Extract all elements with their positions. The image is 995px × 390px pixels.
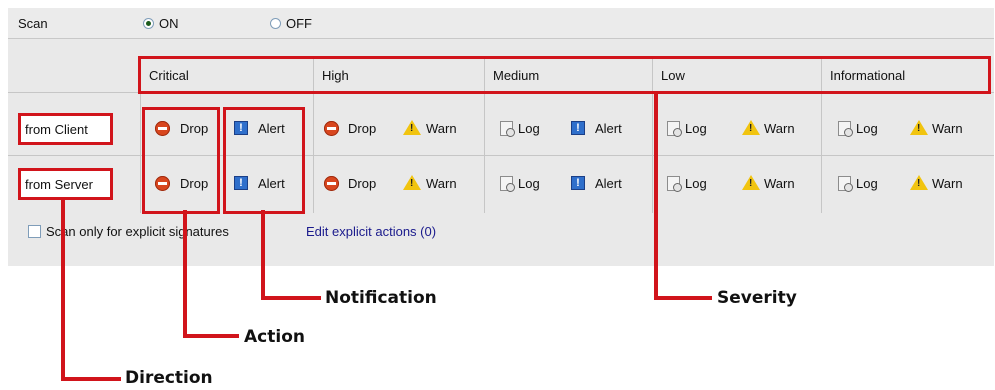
severity-callout: Severity [717, 288, 797, 308]
severity-highlight [138, 56, 991, 94]
notification-connector [261, 296, 321, 300]
action-label: Log [685, 176, 707, 191]
notification-label: Alert [595, 176, 622, 191]
direction-label: from Client [25, 121, 88, 137]
direction-connector [61, 377, 121, 381]
warning-icon [403, 120, 421, 135]
action-connector [183, 334, 239, 338]
notification-label: Warn [426, 176, 457, 191]
log-icon [838, 121, 853, 137]
action-highlight [142, 107, 220, 214]
notification-highlight [223, 107, 305, 214]
action-label: Log [518, 121, 540, 136]
scan-label: Scan [18, 16, 48, 31]
action-callout: Action [244, 327, 305, 347]
action-connector [183, 210, 187, 338]
alert-icon: ! [571, 176, 585, 190]
direction-from-client: from Client [18, 113, 113, 145]
severity-connector [654, 92, 658, 300]
warning-icon [742, 120, 760, 135]
notification-label: Warn [932, 176, 963, 191]
direction-connector [61, 197, 65, 381]
scan-off-radio[interactable] [270, 18, 281, 29]
explicit-signatures-label[interactable]: Scan only for explicit signatures [46, 224, 229, 239]
log-icon [667, 176, 682, 192]
log-icon [500, 176, 515, 192]
action-label: Drop [348, 121, 377, 136]
direction-callout: Direction [125, 368, 213, 388]
edit-explicit-actions-link[interactable]: Edit explicit actions (0) [306, 224, 436, 239]
notification-connector [261, 210, 265, 300]
notification-label: Warn [932, 121, 963, 136]
drop-icon [324, 121, 339, 136]
scan-on-label[interactable]: ON [159, 16, 179, 31]
explicit-signatures-checkbox[interactable] [28, 225, 41, 238]
log-icon [500, 121, 515, 137]
notification-label: Warn [426, 121, 457, 136]
drop-icon [324, 176, 339, 191]
action-label: Log [856, 121, 878, 136]
direction-from-server: from Server [18, 168, 113, 200]
direction-label: from Server [25, 176, 93, 192]
notification-label: Warn [764, 176, 795, 191]
warning-icon [910, 175, 928, 190]
action-label: Log [518, 176, 540, 191]
scan-row: Scan ON OFF [8, 8, 994, 39]
notification-label: Warn [764, 121, 795, 136]
action-label: Drop [348, 176, 377, 191]
scan-on-radio[interactable] [143, 18, 154, 29]
alert-icon: ! [571, 121, 585, 135]
log-icon [838, 176, 853, 192]
warning-icon [403, 175, 421, 190]
action-label: Log [685, 121, 707, 136]
severity-connector [654, 296, 712, 300]
notification-label: Alert [595, 121, 622, 136]
warning-icon [910, 120, 928, 135]
action-label: Log [856, 176, 878, 191]
warning-icon [742, 175, 760, 190]
log-icon [667, 121, 682, 137]
notification-callout: Notification [325, 288, 437, 308]
scan-off-label[interactable]: OFF [286, 16, 312, 31]
